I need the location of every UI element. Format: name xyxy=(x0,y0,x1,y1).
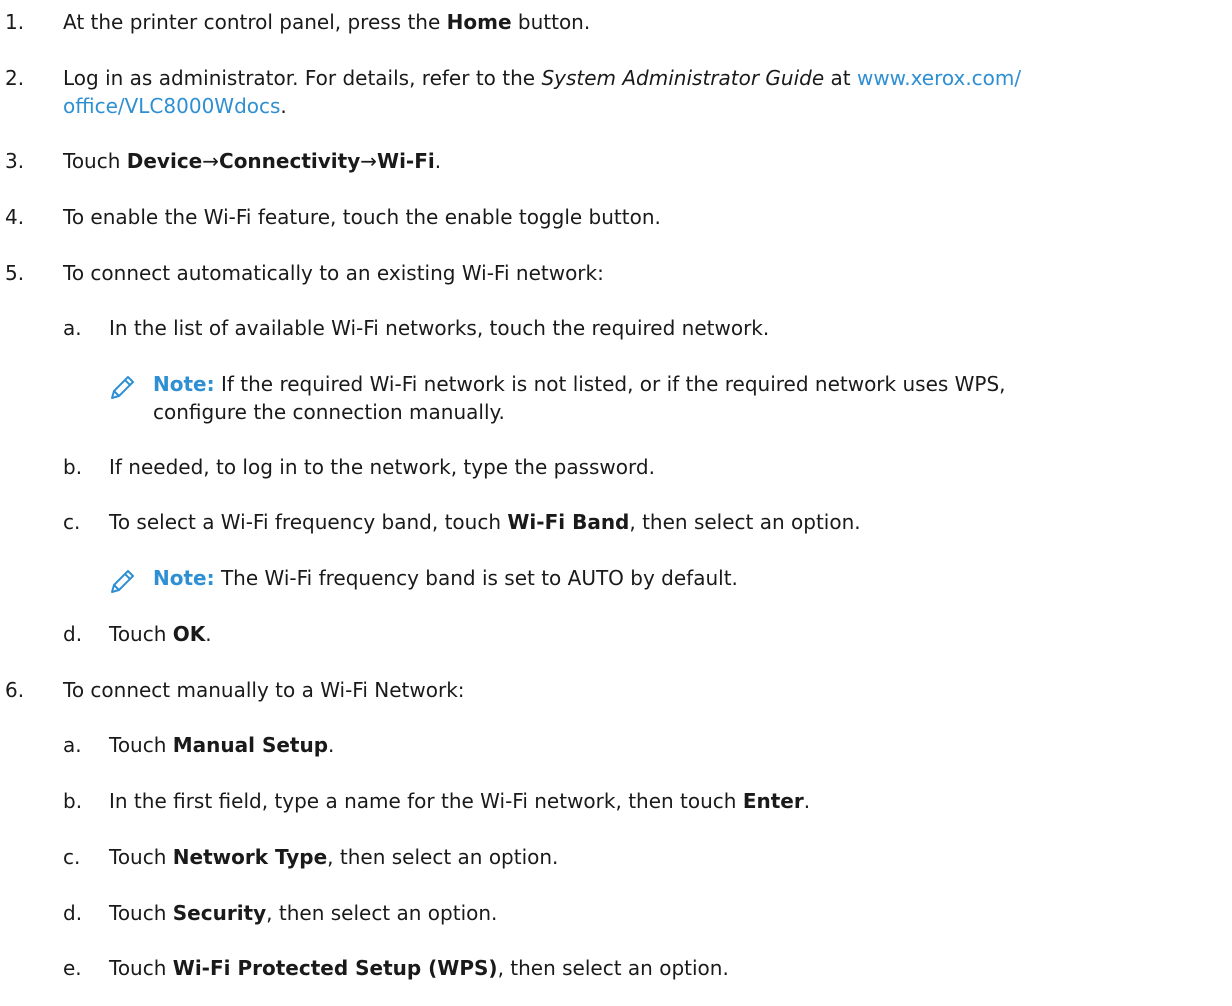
step-6b-post: . xyxy=(803,789,811,813)
step-6a-pre: Touch xyxy=(109,733,173,757)
step-5d-pre: Touch xyxy=(109,622,173,646)
step-6a-bold: Manual Setup xyxy=(172,733,329,757)
step-6c-post: , then select an option. xyxy=(327,845,559,869)
step-5c-text: To select a Wi-Fi frequency band, touch … xyxy=(109,509,861,535)
step-6e-text: Touch Wi-Fi Protected Setup (WPS), then … xyxy=(109,955,729,981)
note-1-line1: Note: If the required Wi-Fi network is n… xyxy=(153,371,1006,397)
step-6c-pre: Touch xyxy=(109,845,173,869)
step-1-bold: Home xyxy=(446,10,512,34)
step-3-text: Touch Device→Connectivity→Wi-Fi. xyxy=(63,148,441,174)
step-2-italic: System Administrator Guide xyxy=(541,66,825,90)
step-6d-number: d. xyxy=(63,901,83,925)
pencil-icon xyxy=(111,570,134,593)
step-3-pre: Touch xyxy=(63,149,127,173)
step-6d-text: Touch Security, then select an option. xyxy=(109,900,497,926)
step-5b-number: b. xyxy=(63,455,83,479)
step-6a-text: Touch Manual Setup. xyxy=(109,732,334,758)
step-6d-bold: Security xyxy=(172,901,267,925)
step-3-arrow-2: → xyxy=(360,149,378,173)
note-1-text-1: If the required Wi-Fi network is not lis… xyxy=(214,372,1006,396)
step-5a-text: In the list of available Wi-Fi networks,… xyxy=(109,316,770,340)
step-6-text: To connect manually to a Wi-Fi Network: xyxy=(63,678,465,702)
step-6b-number: b. xyxy=(63,789,83,813)
step-3-device: Device xyxy=(126,149,203,173)
step-3-post: . xyxy=(434,149,442,173)
step-3-number: 3. xyxy=(5,149,25,173)
step-6c-text: Touch Network Type, then select an optio… xyxy=(109,844,558,870)
pencil-icon xyxy=(111,376,134,399)
step-2-text-line2: office/VLC8000Wdocs. xyxy=(63,93,287,119)
step-3-wifi: Wi-Fi xyxy=(377,149,435,173)
step-3-connectivity: Connectivity xyxy=(219,149,361,173)
step-2-text-line1: Log in as administrator. For details, re… xyxy=(63,65,1021,91)
step-4-text: To enable the Wi-Fi feature, touch the e… xyxy=(63,205,661,229)
step-6e-post: , then select an option. xyxy=(497,956,729,980)
step-6b-text: In the first field, type a name for the … xyxy=(109,788,810,814)
step-6e-number: e. xyxy=(63,956,82,980)
step-4-number: 4. xyxy=(5,205,25,229)
note-2-text: The Wi-Fi frequency band is set to AUTO … xyxy=(214,566,738,590)
step-5d-bold: OK xyxy=(172,622,206,646)
step-5c-pre: To select a Wi-Fi frequency band, touch xyxy=(109,510,508,534)
step-2-pre: Log in as administrator. For details, re… xyxy=(63,66,542,90)
note-1-line2: configure the connection manually. xyxy=(153,400,505,424)
step-1-post: button. xyxy=(511,10,591,34)
step-5c-bold: Wi-Fi Band xyxy=(507,510,630,534)
note-2-label: Note: xyxy=(153,566,215,590)
step-5d-text: Touch OK. xyxy=(109,621,212,647)
step-6a-number: a. xyxy=(63,733,82,757)
note-1-label: Note: xyxy=(153,372,215,396)
step-5b-text: If needed, to log in to the network, typ… xyxy=(109,455,655,479)
step-1-number: 1. xyxy=(5,10,25,34)
step-1-text: At the printer control panel, press the … xyxy=(63,9,590,35)
step-6e-bold: Wi-Fi Protected Setup (WPS) xyxy=(172,956,498,980)
step-6d-pre: Touch xyxy=(109,901,173,925)
step-5-number: 5. xyxy=(5,261,25,285)
step-5c-post: , then select an option. xyxy=(629,510,861,534)
step-5-text: To connect automatically to an existing … xyxy=(63,261,604,285)
step-5a-number: a. xyxy=(63,316,82,340)
step-5c-number: c. xyxy=(63,510,81,534)
note-2: Note: The Wi-Fi frequency band is set to… xyxy=(153,565,738,591)
step-6c-bold: Network Type xyxy=(172,845,328,869)
step-2-mid: at xyxy=(824,66,857,90)
step-3-arrow-1: → xyxy=(202,149,220,173)
step-6e-pre: Touch xyxy=(109,956,173,980)
step-1-pre: At the printer control panel, press the xyxy=(63,10,447,34)
step-2-number: 2. xyxy=(5,66,25,90)
guide-link-part2[interactable]: office/VLC8000Wdocs xyxy=(63,94,280,118)
step-6b-pre: In the first field, type a name for the … xyxy=(109,789,743,813)
step-5d-number: d. xyxy=(63,622,83,646)
step-6-number: 6. xyxy=(5,678,25,702)
step-6b-bold: Enter xyxy=(742,789,804,813)
guide-link-part1[interactable]: www.xerox.com/ xyxy=(857,66,1021,90)
step-5d-post: . xyxy=(205,622,212,646)
step-2-post: . xyxy=(280,94,287,118)
step-6c-number: c. xyxy=(63,845,81,869)
step-6a-post: . xyxy=(328,733,335,757)
step-6d-post: , then select an option. xyxy=(266,901,498,925)
